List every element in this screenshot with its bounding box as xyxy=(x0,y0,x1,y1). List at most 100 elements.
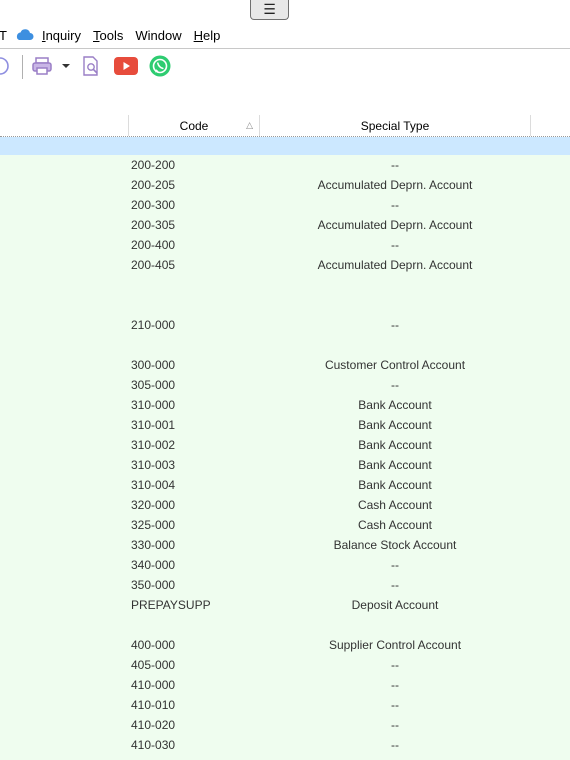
cell-code: 310-002 xyxy=(131,438,176,452)
table-row[interactable]: 310-001 Bank Account xyxy=(0,415,570,435)
table-row[interactable]: 410-000 -- xyxy=(0,675,570,695)
whatsapp-icon xyxy=(149,55,171,77)
cell-code: 300-000 xyxy=(131,358,176,372)
table-row[interactable]: 200-205 Accumulated Deprn. Account xyxy=(0,175,570,195)
menu-bar: T Inquiry Tools Window Help xyxy=(0,24,232,46)
table-row[interactable]: 330-000 Balance Stock Account xyxy=(0,535,570,555)
column-header-label: Special Type xyxy=(360,118,430,133)
grid-rows: 200-200 -- 200-205 Accumulated Deprn. Accou… xyxy=(0,155,570,755)
cell-code: 200-405 xyxy=(131,258,176,272)
table-row[interactable]: 340-000 -- xyxy=(0,555,570,575)
table-row[interactable]: 410-020 -- xyxy=(0,715,570,735)
cell-code: 405-000 xyxy=(131,658,176,672)
menu-item-inquiry[interactable]: Inquiry xyxy=(42,28,81,43)
table-row[interactable]: 200-405 Accumulated Deprn. Account xyxy=(0,255,570,275)
cloud-icon[interactable] xyxy=(15,29,34,41)
column-header-code[interactable]: Code △ xyxy=(129,115,260,136)
cell-code: 310-001 xyxy=(131,418,176,432)
cell-special-type: -- xyxy=(391,558,399,572)
cell-code: 200-200 xyxy=(131,158,176,172)
table-row[interactable]: 200-305 Accumulated Deprn. Account xyxy=(0,215,570,235)
table-row[interactable] xyxy=(0,335,570,355)
menu-item-window[interactable]: Window xyxy=(135,28,181,43)
youtube-button[interactable] xyxy=(114,54,138,78)
cell-special-type: Accumulated Deprn. Account xyxy=(317,218,473,232)
cell-code: 410-020 xyxy=(131,718,176,732)
cell-special-type: Deposit Account xyxy=(351,598,439,612)
table-row[interactable]: 310-002 Bank Account xyxy=(0,435,570,455)
hamburger-menu-button[interactable]: ☰ xyxy=(250,0,289,20)
table-row[interactable]: 200-400 -- xyxy=(0,235,570,255)
cell-special-type: -- xyxy=(391,658,399,672)
table-row[interactable]: 405-000 -- xyxy=(0,655,570,675)
cell-code: 350-000 xyxy=(131,578,176,592)
menu-item-label: elp xyxy=(203,27,221,43)
cell-special-type: -- xyxy=(391,678,399,692)
cell-code: 305-000 xyxy=(131,378,176,392)
table-row[interactable]: 305-000 -- xyxy=(0,375,570,395)
print-icon xyxy=(32,57,52,75)
table-row[interactable]: 310-003 Bank Account xyxy=(0,455,570,475)
cell-code: 200-400 xyxy=(131,238,176,252)
sort-ascending-icon: △ xyxy=(246,120,253,130)
menu-item-truncated[interactable]: T xyxy=(0,28,7,43)
cell-code: 330-000 xyxy=(131,538,176,552)
cell-code: 310-003 xyxy=(131,458,176,472)
cell-special-type: -- xyxy=(391,318,399,332)
table-row[interactable]: PREPAYSUPP Deposit Account xyxy=(0,595,570,615)
menu-item-label: ools xyxy=(99,27,124,43)
cell-code: 200-205 xyxy=(131,178,176,192)
cell-special-type: Accumulated Deprn. Account xyxy=(317,178,473,192)
table-row[interactable]: 200-200 -- xyxy=(0,155,570,175)
table-row[interactable]: 310-000 Bank Account xyxy=(0,395,570,415)
menu-item-help[interactable]: Help xyxy=(194,28,221,43)
cell-code: 325-000 xyxy=(131,518,176,532)
menu-item-label: nquiry xyxy=(45,27,81,43)
table-row[interactable]: 350-000 -- xyxy=(0,575,570,595)
print-options-dropdown[interactable] xyxy=(60,54,72,78)
cell-code: 400-000 xyxy=(131,638,176,652)
table-row[interactable]: 325-000 Cash Account xyxy=(0,515,570,535)
menu-item-label: T xyxy=(0,27,7,43)
cell-special-type: Bank Account xyxy=(358,398,432,412)
cell-special-type: Cash Account xyxy=(357,518,433,532)
table-row[interactable]: 310-004 Bank Account xyxy=(0,475,570,495)
refresh-icon xyxy=(0,57,9,75)
cell-special-type: Balance Stock Account xyxy=(333,538,457,552)
refresh-button[interactable] xyxy=(0,54,14,78)
table-row[interactable]: 320-000 Cash Account xyxy=(0,495,570,515)
table-row[interactable] xyxy=(0,295,570,315)
cell-special-type: -- xyxy=(391,738,399,752)
table-row[interactable]: 410-030 -- xyxy=(0,735,570,755)
print-preview-icon xyxy=(83,56,98,76)
cell-special-type: Customer Control Account xyxy=(324,358,466,372)
cell-code: 310-000 xyxy=(131,398,176,412)
table-row[interactable]: 210-000 -- xyxy=(0,315,570,335)
cell-special-type: Bank Account xyxy=(358,418,432,432)
cell-special-type: Bank Account xyxy=(358,478,432,492)
column-header-hidden[interactable] xyxy=(0,115,129,136)
dropdown-arrow-icon xyxy=(62,64,70,68)
table-row[interactable]: 400-000 Supplier Control Account xyxy=(0,635,570,655)
cell-special-type: Supplier Control Account xyxy=(328,638,462,652)
grid-header: Code △ Special Type xyxy=(0,115,570,137)
table-row[interactable]: 200-300 -- xyxy=(0,195,570,215)
menu-item-tools[interactable]: Tools xyxy=(93,28,123,43)
table-row[interactable]: 300-000 Customer Control Account xyxy=(0,355,570,375)
cell-special-type: -- xyxy=(391,698,399,712)
selected-row[interactable] xyxy=(0,137,570,155)
cell-special-type: -- xyxy=(391,198,399,212)
cell-code: 320-000 xyxy=(131,498,176,512)
print-preview-button[interactable] xyxy=(80,54,102,78)
print-button[interactable] xyxy=(31,54,53,78)
table-row[interactable] xyxy=(0,275,570,295)
accounts-grid: Code △ Special Type 200-200 -- 200-205 Accu… xyxy=(0,115,570,760)
cell-special-type: -- xyxy=(391,378,399,392)
column-header-special-type[interactable]: Special Type xyxy=(260,115,531,136)
table-row[interactable] xyxy=(0,615,570,635)
whatsapp-button[interactable] xyxy=(148,54,172,78)
youtube-icon xyxy=(114,57,138,75)
cell-code: 200-300 xyxy=(131,198,176,212)
table-row[interactable]: 410-010 -- xyxy=(0,695,570,715)
menu-separator xyxy=(0,48,570,49)
